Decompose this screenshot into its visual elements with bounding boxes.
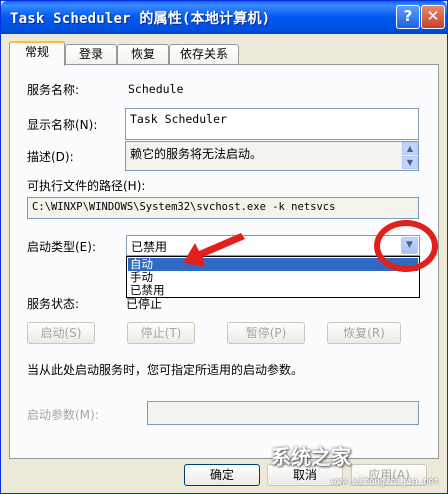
highlight-ring <box>374 220 438 272</box>
path-label: 可执行文件的路径(H): <box>27 179 146 193</box>
close-button[interactable]: ✕ <box>421 5 445 29</box>
description-label: 描述(D): <box>27 150 74 164</box>
scroll-down-icon[interactable]: ▼ <box>402 156 418 169</box>
tab-logon[interactable]: 登录 <box>65 44 117 65</box>
startup-type-value: 已禁用 <box>131 240 168 254</box>
option-manual[interactable]: 手动 <box>128 271 418 284</box>
option-disabled[interactable]: 已禁用 <box>128 284 418 297</box>
properties-dialog: Task Scheduler 的属性(本地计算机) ? ✕ 常规 登录 恢复 依… <box>0 0 448 494</box>
start-params-hint: 当从此处启动服务时，您可指定所适用的启动参数。 <box>27 363 304 377</box>
service-status-label: 服务状态: <box>27 297 80 311</box>
resume-button[interactable]: 恢复(R) <box>327 322 401 344</box>
display-name-field[interactable]: Task Scheduler <box>125 108 419 140</box>
window-title: Task Scheduler 的属性(本地计算机) <box>10 11 271 27</box>
start-params-field[interactable] <box>147 401 419 425</box>
path-field: C:\WINXP\WINDOWS\System32\svchost.exe -k… <box>27 197 419 219</box>
service-name-value: Schedule <box>128 82 184 96</box>
red-arrow-icon <box>183 233 245 267</box>
help-button[interactable]: ? <box>396 5 420 29</box>
startup-type-dropdown: 自动 手动 已禁用 <box>126 256 420 298</box>
tab-dependencies[interactable]: 依存关系 <box>169 44 239 65</box>
option-automatic[interactable]: 自动 <box>128 258 418 271</box>
watermark-url: www.xitongzhijia.net <box>331 477 440 487</box>
service-status-value: 已停止 <box>126 297 163 311</box>
pause-button[interactable]: 暂停(P) <box>227 322 305 344</box>
display-name-label: 显示名称(N): <box>27 118 98 132</box>
tab-general[interactable]: 常规 <box>9 41 65 66</box>
startup-type-label: 启动类型(E): <box>27 240 96 254</box>
ok-button[interactable]: 确定 <box>184 464 260 486</box>
tab-recovery[interactable]: 恢复 <box>117 44 169 65</box>
description-field[interactable]: 赖它的服务将无法启动。 <box>125 141 419 171</box>
service-name-label: 服务名称: <box>27 83 80 97</box>
description-scrollbar[interactable]: ▲ ▼ <box>402 142 418 170</box>
stop-button[interactable]: 停止(T) <box>127 322 195 344</box>
watermark-logo: 系统之家 <box>271 445 351 469</box>
scroll-up-icon[interactable]: ▲ <box>402 142 418 155</box>
start-params-label: 启动参数(M): <box>27 408 99 422</box>
title-bar[interactable]: Task Scheduler 的属性(本地计算机) ? ✕ <box>1 1 447 34</box>
start-button[interactable]: 启动(S) <box>27 322 95 344</box>
